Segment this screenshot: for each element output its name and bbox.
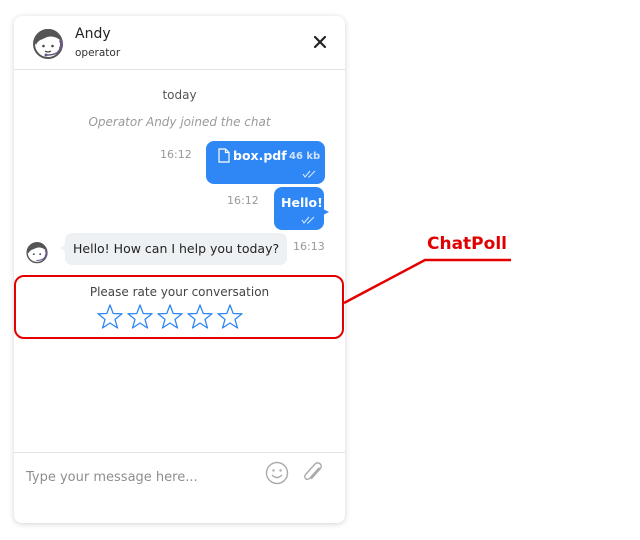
file-icon (218, 148, 230, 163)
message-time: 16:12 (227, 194, 259, 207)
operator-avatar-icon (26, 242, 48, 264)
double-check-icon (301, 216, 315, 224)
chat-widget: Andy operator today Operator Andy joined… (14, 16, 345, 523)
operator-avatar-icon (33, 29, 63, 59)
message-time: 16:13 (293, 240, 325, 253)
system-message: Operator Andy joined the chat (88, 115, 271, 129)
operator-role: operator (75, 47, 121, 59)
incoming-message-bubble: Hello! How can I help you today? (60, 233, 288, 265)
chatpoll-highlight-box (14, 275, 344, 339)
operator-name: Andy (75, 26, 111, 42)
message-composer (14, 452, 345, 523)
file-message-bubble[interactable]: box.pdf 46 kb (206, 141, 325, 184)
double-check-icon (302, 170, 316, 178)
bubble-tail (323, 209, 329, 215)
date-separator: today (162, 88, 197, 102)
chat-header: Andy operator (14, 16, 345, 70)
file-size: 46 kb (289, 151, 321, 162)
message-time: 16:12 (160, 148, 192, 161)
paperclip-icon[interactable] (302, 461, 324, 485)
message-text: Hello! How can I help you today? (73, 241, 280, 256)
outgoing-message-bubble: Hello! (274, 187, 329, 230)
message-text: Hello! (281, 195, 323, 210)
callout-label: ChatPoll (427, 234, 507, 254)
message-input[interactable] (24, 464, 258, 490)
emoji-icon[interactable] (265, 461, 289, 485)
file-name[interactable]: box.pdf (233, 148, 287, 163)
bubble-tail (60, 244, 66, 252)
close-icon[interactable] (313, 35, 327, 49)
